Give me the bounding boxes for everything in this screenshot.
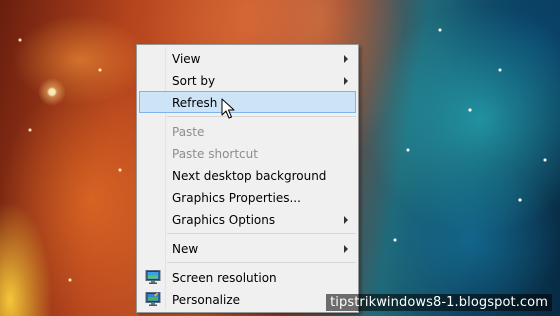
menu-item-label: Personalize (172, 293, 241, 307)
menu-item-paste-shortcut[interactable]: Paste shortcut (139, 142, 356, 164)
menu-item-label: Screen resolution (172, 271, 277, 285)
menu-separator (167, 116, 356, 117)
menu-item-new[interactable]: New (139, 237, 356, 259)
menu-item-label: Graphics Properties... (172, 191, 301, 205)
mouse-cursor-icon (221, 98, 235, 119)
menu-item-label: Refresh (172, 96, 218, 110)
menu-item-graphics-options[interactable]: Graphics Options (139, 208, 356, 230)
menu-item-label: Paste shortcut (172, 147, 258, 161)
menu-item-paste[interactable]: Paste (139, 120, 356, 142)
menu-item-sort-by[interactable]: Sort by (139, 69, 356, 91)
menu-item-screen-resolution[interactable]: Screen resolution (139, 266, 356, 288)
watermark: tipstrikwindows8-1.blogspot.com (326, 294, 552, 311)
personalize-icon (145, 292, 161, 306)
menu-item-label: View (172, 52, 201, 66)
submenu-arrow-icon (344, 55, 348, 63)
menu-separator (167, 262, 356, 263)
menu-item-label: Next desktop background (172, 169, 327, 183)
menu-item-next-desktop-background[interactable]: Next desktop background (139, 164, 356, 186)
submenu-arrow-icon (344, 216, 348, 224)
screen-resolution-icon (145, 270, 161, 284)
submenu-arrow-icon (344, 245, 348, 253)
menu-item-personalize[interactable]: Personalize (139, 288, 356, 310)
menu-item-label: Sort by (172, 74, 216, 88)
menu-item-label: Graphics Options (172, 213, 276, 227)
menu-item-view[interactable]: View (139, 47, 356, 69)
desktop-context-menu: View Sort by Refresh Paste Paste shortcu… (136, 44, 359, 313)
menu-item-refresh[interactable]: Refresh (139, 91, 356, 113)
menu-separator (167, 233, 356, 234)
menu-item-graphics-properties[interactable]: Graphics Properties... (139, 186, 356, 208)
menu-item-label: New (172, 242, 199, 256)
menu-item-label: Paste (172, 125, 205, 139)
submenu-arrow-icon (344, 77, 348, 85)
